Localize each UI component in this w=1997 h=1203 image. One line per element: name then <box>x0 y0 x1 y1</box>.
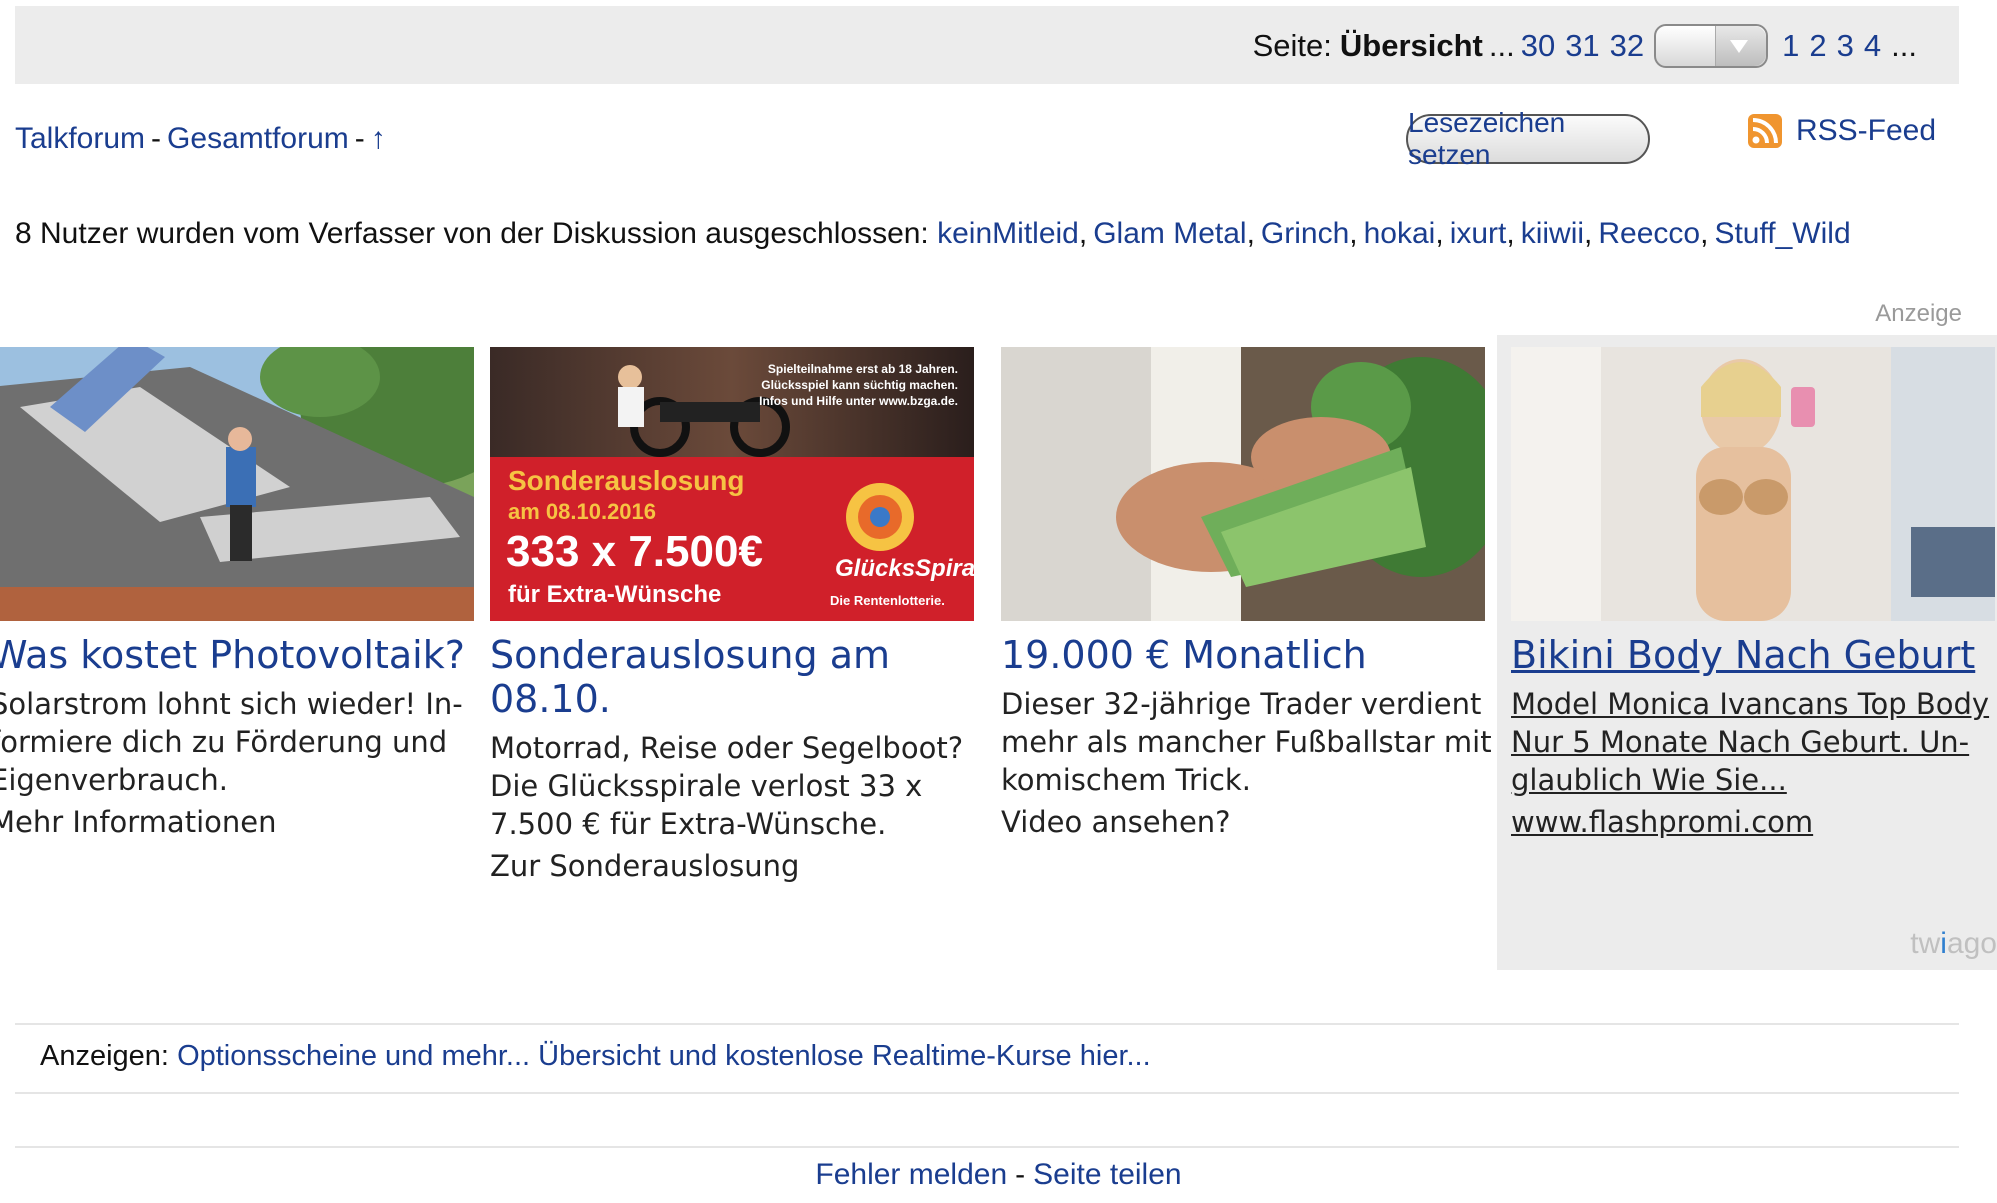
excluded-user-link[interactable]: hokai <box>1364 217 1436 250</box>
ad-image-selfie[interactable] <box>1511 347 1995 621</box>
ad-text-line[interactable]: Nur 5 Monate Nach Geburt. Un- <box>1511 723 1995 761</box>
page-link-2[interactable]: 2 <box>1809 28 1826 64</box>
divider <box>15 1146 1959 1148</box>
excluded-users-line: 8 Nutzer wurden vom Verfasser von der Di… <box>15 217 1851 250</box>
sun-spiral-icon <box>835 477 925 562</box>
footer: Fehler melden - Seite teilen <box>0 1158 1997 1192</box>
ad-image-headline: Sonderauslosung <box>508 465 745 496</box>
dropdown-arrow-box <box>1715 26 1767 66</box>
ad-notice-line: Spielteilnahme erst ab 18 Jahren. <box>767 362 958 376</box>
breadcrumb-gesamtforum[interactable]: Gesamtforum <box>167 122 349 155</box>
ad-image-brand-sub: Die Rentenlotterie. <box>830 593 945 608</box>
ad-text-line: Dieser 32-jährige Trader verdient <box>1001 687 1482 721</box>
ad-card-trader[interactable]: 19.000 € Monatlich Dieser 32-jährige Tra… <box>1001 347 1492 839</box>
ad-grid: Was kostet Photovoltaik? Solarstrom lohn… <box>0 335 1997 970</box>
page-link-30[interactable]: 30 <box>1521 28 1555 64</box>
chevron-down-icon <box>1730 40 1749 53</box>
excluded-user-link[interactable]: Grinch <box>1261 217 1349 250</box>
share-page-link[interactable]: Seite teilen <box>1033 1158 1181 1191</box>
report-error-link[interactable]: Fehler melden <box>815 1158 1007 1191</box>
excluded-user-link[interactable]: keinMitleid <box>937 217 1079 250</box>
ad-label: Anzeige <box>1875 300 1962 327</box>
page-link-31[interactable]: 31 <box>1565 28 1599 64</box>
ad-image-brand: GlücksSpirale <box>835 555 974 582</box>
ad-card-photovoltaik[interactable]: Was kostet Photovoltaik? Solarstrom lohn… <box>0 347 474 839</box>
pager-bar: Seite: Übersicht ... 30 31 32 1 2 3 4 ..… <box>15 6 1959 84</box>
divider <box>15 1092 1959 1094</box>
pager-label: Seite: <box>1252 28 1332 63</box>
ad-title[interactable]: Was kostet Photovoltaik? <box>0 633 474 677</box>
breadcrumb-sep: - <box>354 122 365 155</box>
text-ad-row: Anzeigen: Optionsscheine und mehr... Übe… <box>40 1040 1151 1073</box>
text-ad-link[interactable]: Optionsscheine und mehr... Übersicht und… <box>177 1040 1151 1072</box>
excluded-users-text: 8 Nutzer wurden vom Verfasser von der Di… <box>15 217 929 250</box>
ad-image-date: am 08.10.2016 <box>508 499 657 524</box>
text-ad-label: Anzeigen: <box>40 1040 169 1072</box>
ad-text-line: Die Glücksspirale verlost 33 x <box>490 769 923 803</box>
page-link-4[interactable]: 4 <box>1864 28 1881 64</box>
ad-text-line: Eigenverbrauch. <box>0 763 228 797</box>
pager-overview[interactable]: Übersicht <box>1340 28 1483 64</box>
ad-notice-line: Infos und Hilfe unter www.bzga.de. <box>759 394 958 408</box>
ad-image-amount: 333 x 7.500€ <box>506 527 763 576</box>
excluded-user-link[interactable]: Glam Metal <box>1093 217 1246 250</box>
page-link-3[interactable]: 3 <box>1837 28 1854 64</box>
footer-sep: - <box>1015 1158 1026 1191</box>
ad-text-line: mehr als mancher Fußballstar mit <box>1001 725 1492 759</box>
excluded-user-link[interactable]: Stuff_Wild <box>1714 217 1850 250</box>
excluded-user-link[interactable]: Reecco <box>1598 217 1700 250</box>
breadcrumb: Talkforum - Gesamtforum - ↑ <box>15 122 386 156</box>
pagination: Seite: Übersicht ... 30 31 32 1 2 3 4 ..… <box>1253 24 1917 68</box>
ad-card-sonderauslosung[interactable]: Spielteilnahme erst ab 18 Jahren. Glücks… <box>490 347 974 883</box>
excluded-user-link[interactable]: ixurt <box>1450 217 1507 250</box>
ad-notice-line: Glücksspiel kann süchtig machen. <box>761 378 958 392</box>
ad-cta[interactable]: Video ansehen? <box>1001 805 1485 839</box>
ad-text-line: Solarstrom lohnt sich wieder! In- <box>0 687 463 721</box>
ad-card-bikini[interactable]: Bikini Body Nach Geburt Model Monica Iva… <box>1511 347 1995 839</box>
ad-image-gluecksspirale[interactable]: Spielteilnahme erst ab 18 Jahren. Glücks… <box>490 347 974 621</box>
pager-ellipsis-end: ... <box>1891 28 1917 63</box>
ad-title-line[interactable]: 08.10. <box>490 677 974 721</box>
rss-feed-link[interactable]: RSS-Feed <box>1748 114 1936 148</box>
ad-title[interactable]: Sonderauslosung am 08.10. <box>490 633 974 721</box>
ad-text-line[interactable]: glaublich Wie Sie... <box>1511 761 1995 799</box>
ad-text-line: 7.500 € für Extra-Wünsche. <box>490 807 887 841</box>
breadcrumb-talkforum[interactable]: Talkforum <box>15 122 145 155</box>
ad-image-solar-roof[interactable] <box>0 347 474 621</box>
bookmark-button[interactable]: Lesezeichen setzen <box>1406 107 1650 170</box>
up-arrow-icon[interactable]: ↑ <box>371 122 386 155</box>
excluded-user-link[interactable]: kiiwii <box>1521 217 1584 250</box>
ad-title-line[interactable]: Sonderauslosung am <box>490 633 974 677</box>
breadcrumb-sep: - <box>151 122 162 155</box>
ad-text-line: formiere dich zu Förderung und <box>0 725 448 759</box>
ad-url[interactable]: www.flashpromi.com <box>1511 805 1995 839</box>
ad-title[interactable]: 19.000 € Monatlich <box>1001 633 1485 677</box>
ad-text-line[interactable]: Model Monica Ivancans Top Body <box>1511 685 1995 723</box>
page-link-32[interactable]: 32 <box>1610 28 1644 64</box>
twiago-logo[interactable]: twiago <box>1910 927 1997 961</box>
divider <box>15 1023 1959 1025</box>
ad-text-line: Motorrad, Reise oder Segelboot? <box>490 731 964 765</box>
ad-cta[interactable]: Zur Sonderauslosung <box>490 849 974 883</box>
page-select-dropdown[interactable] <box>1654 24 1769 68</box>
ad-image-money-hands[interactable] <box>1001 347 1485 621</box>
ad-text-line: komischem Trick. <box>1001 763 1251 797</box>
pager-ellipsis: ... <box>1488 28 1515 63</box>
rss-feed-label[interactable]: RSS-Feed <box>1796 114 1936 148</box>
rss-icon <box>1748 114 1782 148</box>
ad-title[interactable]: Bikini Body Nach Geburt <box>1511 633 1995 677</box>
ad-image-tagline: für Extra-Wünsche <box>508 581 722 608</box>
page-link-1[interactable]: 1 <box>1782 28 1799 64</box>
ad-cta[interactable]: Mehr Informationen <box>0 805 474 839</box>
